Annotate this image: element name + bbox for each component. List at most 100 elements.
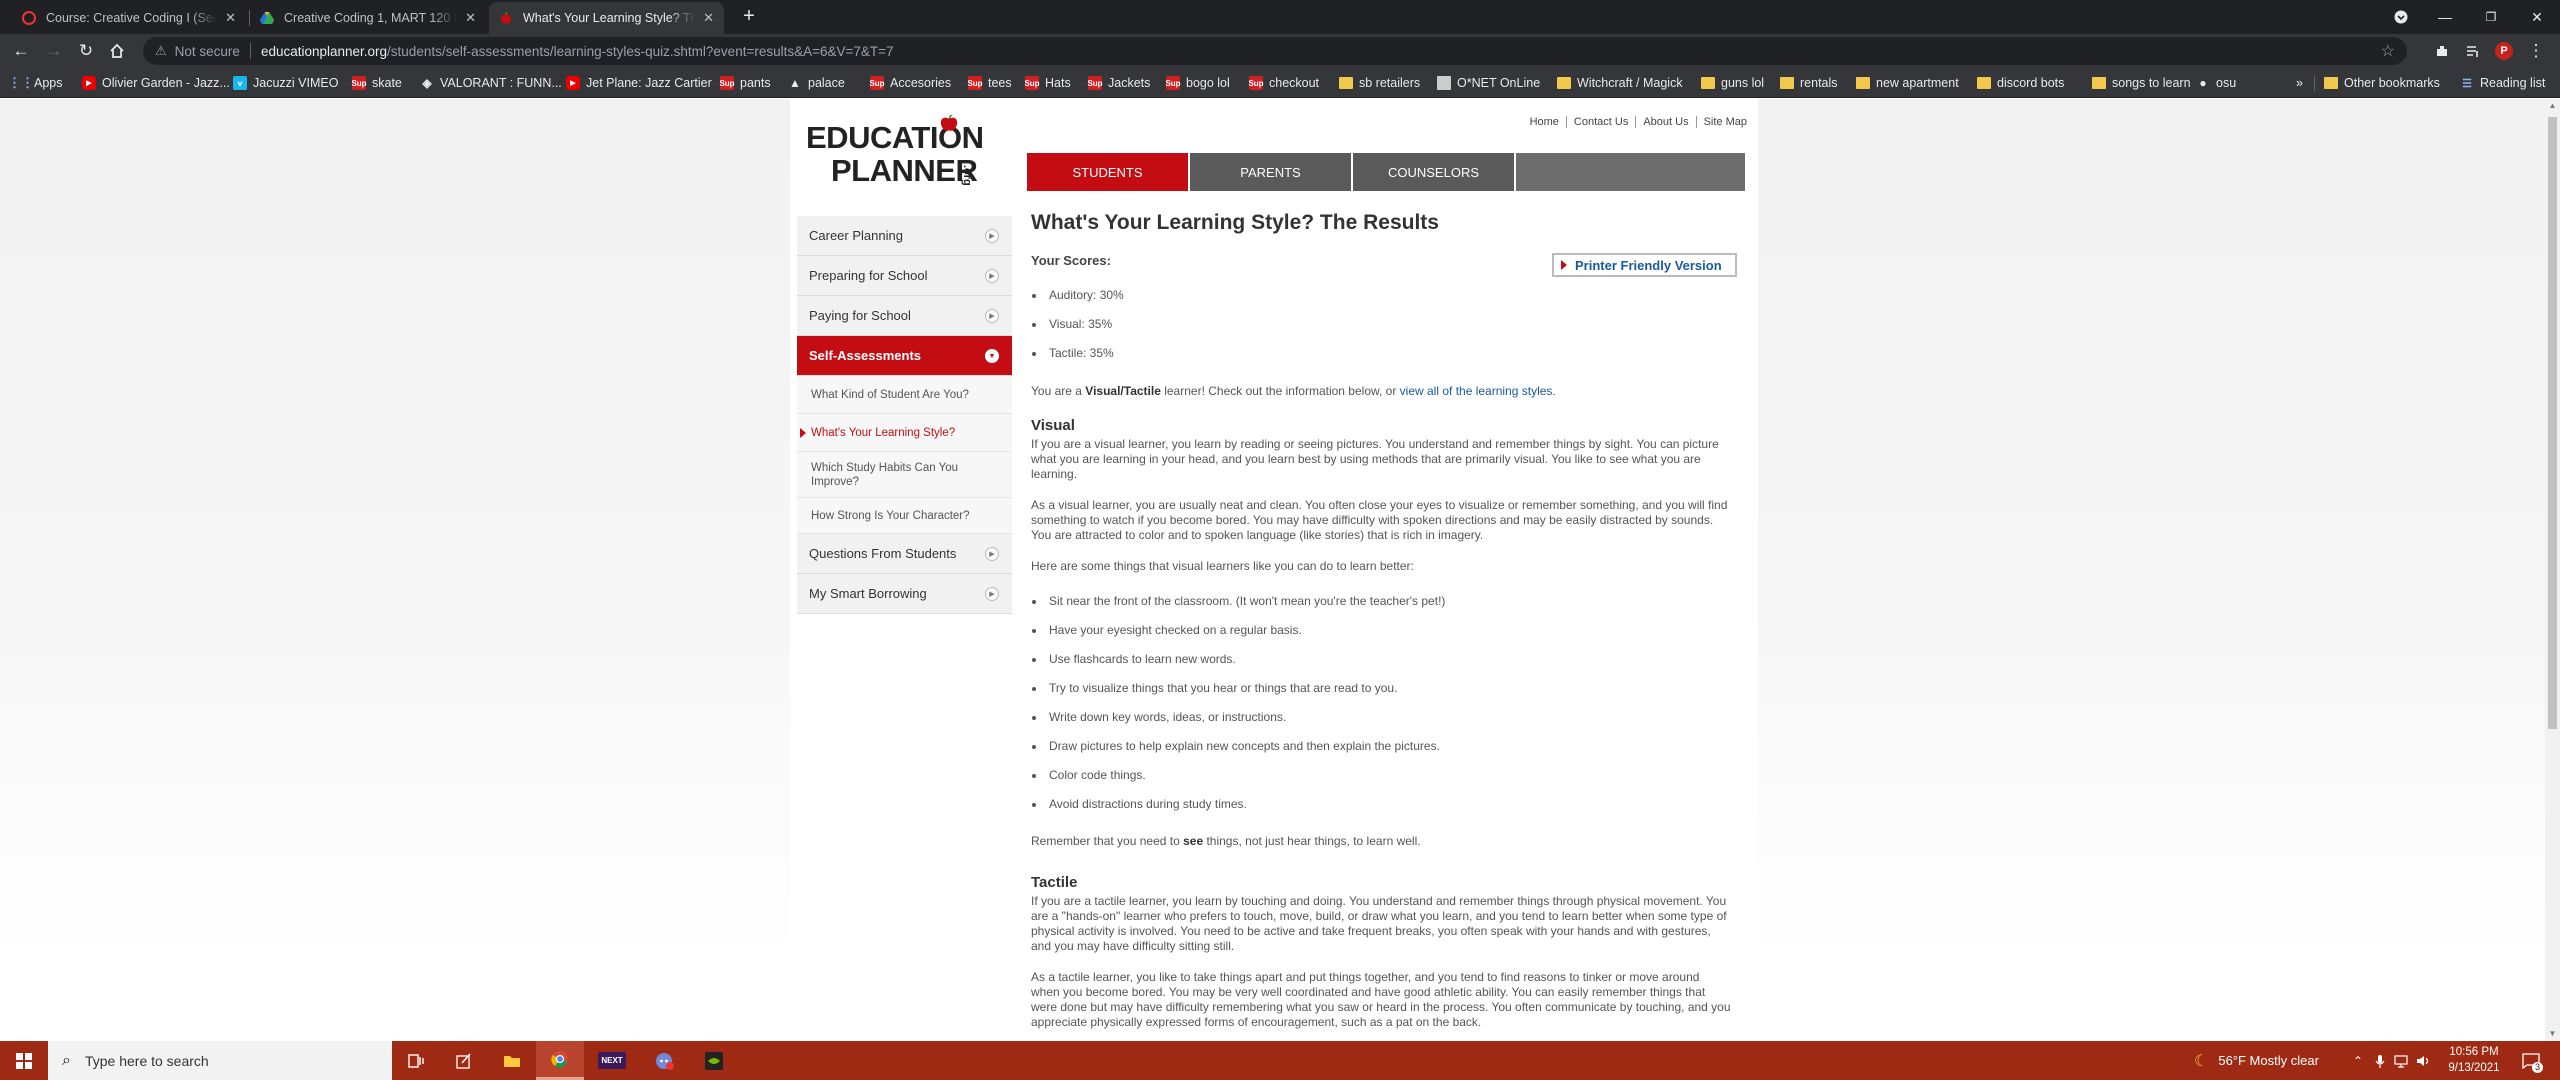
windows-start-icon[interactable] <box>0 1041 48 1080</box>
nav-tab-counselors[interactable]: COUNSELORS <box>1353 153 1516 191</box>
education-planner-logo[interactable]: EDUCATION PLANNER .org <box>806 115 1006 193</box>
sub-nav-study-habits[interactable]: Which Study Habits Can You Improve? <box>797 452 1012 498</box>
sub-nav-learning-style[interactable]: What's Your Learning Style? <box>797 414 1012 452</box>
bookmark-item[interactable]: Sup Jackets <box>1087 74 1150 92</box>
bookmark-item[interactable]: Sup tees <box>967 74 1012 92</box>
bookmark-item[interactable]: ● osu <box>2196 74 2236 92</box>
new-tab-button[interactable]: + <box>736 4 762 30</box>
bookmark-item[interactable]: Sup Accesories <box>869 74 951 92</box>
close-icon[interactable]: ✕ <box>703 10 714 26</box>
warning-icon[interactable]: ⚠ <box>155 43 167 59</box>
system-clock[interactable]: 10:56 PM 9/13/2021 <box>2438 1044 2510 1076</box>
sub-nav-student-kind[interactable]: What Kind of Student Are You? <box>797 376 1012 414</box>
media-icon[interactable] <box>2461 39 2485 63</box>
nav-tab-parents[interactable]: PARENTS <box>1190 153 1353 191</box>
close-icon[interactable]: ✕ <box>225 10 236 26</box>
bookmark-item[interactable]: sb retailers <box>1339 74 1420 92</box>
back-arrow-icon[interactable]: ← <box>9 39 33 63</box>
security-status[interactable]: Not secure <box>175 44 240 59</box>
minimize-button[interactable]: — <box>2422 0 2468 34</box>
bookmark-item[interactable]: Sup skate <box>351 74 402 92</box>
other-bookmarks[interactable]: Other bookmarks <box>2324 74 2440 92</box>
side-nav-career-planning[interactable]: Career Planning ▶ <box>797 216 1012 256</box>
bookmark-item[interactable]: O*NET OnLine <box>1437 74 1540 92</box>
nav-tab-students[interactable]: STUDENTS <box>1027 153 1190 191</box>
result-sentence: You are a Visual/Tactile learner! Check … <box>1031 384 1731 399</box>
util-link-about[interactable]: About Us <box>1636 116 1697 128</box>
bookmark-item[interactable]: Sup Hats <box>1024 74 1071 92</box>
util-link-home[interactable]: Home <box>1523 116 1567 128</box>
side-nav-paying[interactable]: Paying for School ▶ <box>797 296 1012 336</box>
result-text: You are a <box>1031 384 1086 398</box>
bookmark-item[interactable]: ▶ Jet Plane: Jazz Cartier <box>566 74 712 92</box>
side-nav-label: Preparing for School <box>809 268 928 283</box>
util-link-contact[interactable]: Contact Us <box>1567 116 1637 128</box>
visual-heading: Visual <box>1031 417 1075 434</box>
side-nav-questions[interactable]: Questions From Students ▶ <box>797 534 1012 574</box>
bookmark-item[interactable]: discord bots <box>1977 74 2064 92</box>
extensions-icon[interactable] <box>2430 39 2454 63</box>
site-container: EDUCATION PLANNER .org Home Contact Us A… <box>790 99 1758 1041</box>
bookmark-item[interactable]: ▲ palace <box>788 74 845 92</box>
bookmark-item[interactable]: Witchcraft / Magick <box>1557 74 1683 92</box>
show-hidden-icons[interactable]: ⌃ <box>2353 1041 2363 1080</box>
bookmark-item[interactable]: Sup bogo lol <box>1165 74 1230 92</box>
notification-center-icon[interactable]: 3 <box>2522 1041 2544 1080</box>
address-bar[interactable]: ⚠ Not secure educationplanner.org /stude… <box>143 37 2407 65</box>
network-icon[interactable] <box>2394 1041 2408 1080</box>
reading-list[interactable]: ☰ Reading list <box>2460 74 2545 92</box>
profile-avatar[interactable]: P <box>2492 39 2516 63</box>
bookmarks-overflow-button[interactable]: » <box>2296 74 2303 92</box>
scroll-down-icon[interactable]: ▼ <box>2548 1029 2557 1039</box>
weather-widget[interactable]: ☾ 56°F Mostly clear <box>2194 1041 2319 1080</box>
close-icon[interactable]: ✕ <box>465 10 476 26</box>
menu-kebab-icon[interactable]: ⋮ <box>2524 39 2548 63</box>
bookmark-item[interactable]: ◈ VALORANT : FUNN... <box>420 74 561 92</box>
bookmark-star-icon[interactable]: ☆ <box>2381 41 2395 61</box>
reload-icon[interactable]: ↻ <box>74 39 98 63</box>
scrollbar-thumb[interactable] <box>2548 117 2557 729</box>
palace-icon: ▲ <box>789 76 801 90</box>
bookmark-item[interactable]: ⋮⋮ Apps <box>8 74 63 92</box>
page-scrollbar[interactable]: ▲ ▼ <box>2545 99 2560 1041</box>
side-nav-smart-borrowing[interactable]: My Smart Borrowing ▶ <box>797 574 1012 614</box>
arrow-down-icon: ▼ <box>985 349 999 363</box>
next-app-icon[interactable]: NEXT <box>588 1041 636 1080</box>
bookmark-item[interactable]: Sup checkout <box>1248 74 1319 92</box>
bookmark-item[interactable]: new apartment <box>1856 74 1959 92</box>
score-auditory: Auditory: 30% <box>1030 288 1124 317</box>
bookmark-item[interactable]: Sup pants <box>719 74 771 92</box>
pen-workspace-icon[interactable] <box>440 1041 488 1080</box>
bookmark-item[interactable]: ▶ Olivier Garden - Jazz... <box>82 74 230 92</box>
sub-nav-character[interactable]: How Strong Is Your Character? <box>797 498 1012 534</box>
bookmark-item[interactable]: songs to learn <box>2092 74 2191 92</box>
util-link-sitemap[interactable]: Site Map <box>1697 116 1747 128</box>
microphone-icon[interactable] <box>2375 1041 2385 1080</box>
bookmark-item[interactable]: guns lol <box>1701 74 1764 92</box>
task-view-icon[interactable] <box>392 1041 440 1080</box>
tab-creative-coding-doc[interactable]: Creative Coding 1, MART 120 | H ✕ <box>250 2 486 34</box>
bookmark-item[interactable]: v Jacuzzi VIMEO <box>233 74 338 92</box>
home-icon[interactable] <box>105 39 129 63</box>
view-all-styles-link[interactable]: view all of the learning styles <box>1400 384 1553 398</box>
tab-search-icon[interactable] <box>2378 0 2424 34</box>
file-explorer-icon[interactable] <box>488 1041 536 1080</box>
nvidia-icon[interactable] <box>690 1041 738 1080</box>
chrome-icon[interactable] <box>536 1041 584 1080</box>
drive-icon <box>260 11 274 25</box>
forward-arrow-icon[interactable]: → <box>42 39 66 63</box>
restore-button[interactable]: ❐ <box>2468 0 2514 34</box>
side-nav-self-assessments[interactable]: Self-Assessments ▼ <box>797 336 1012 376</box>
printer-friendly-button[interactable]: Printer Friendly Version <box>1552 253 1737 277</box>
scroll-up-icon[interactable]: ▲ <box>2548 101 2557 111</box>
tab-course-creative-coding[interactable]: Course: Creative Coding I (Sect: 1 ✕ <box>12 2 246 34</box>
window-close-button[interactable]: ✕ <box>2514 0 2560 34</box>
side-nav-preparing[interactable]: Preparing for School ▶ <box>797 256 1012 296</box>
arrow-right-icon: ▶ <box>985 587 999 601</box>
tab-strip: Course: Creative Coding I (Sect: 1 ✕ Cre… <box>0 0 2560 34</box>
taskbar-search-box[interactable]: ⌕ Type here to search <box>48 1041 392 1080</box>
tab-learning-style[interactable]: What's Your Learning Style? The ✕ <box>489 2 724 34</box>
discord-icon[interactable] <box>640 1041 688 1080</box>
volume-icon[interactable] <box>2416 1041 2430 1080</box>
bookmark-item[interactable]: rentals <box>1780 74 1838 92</box>
